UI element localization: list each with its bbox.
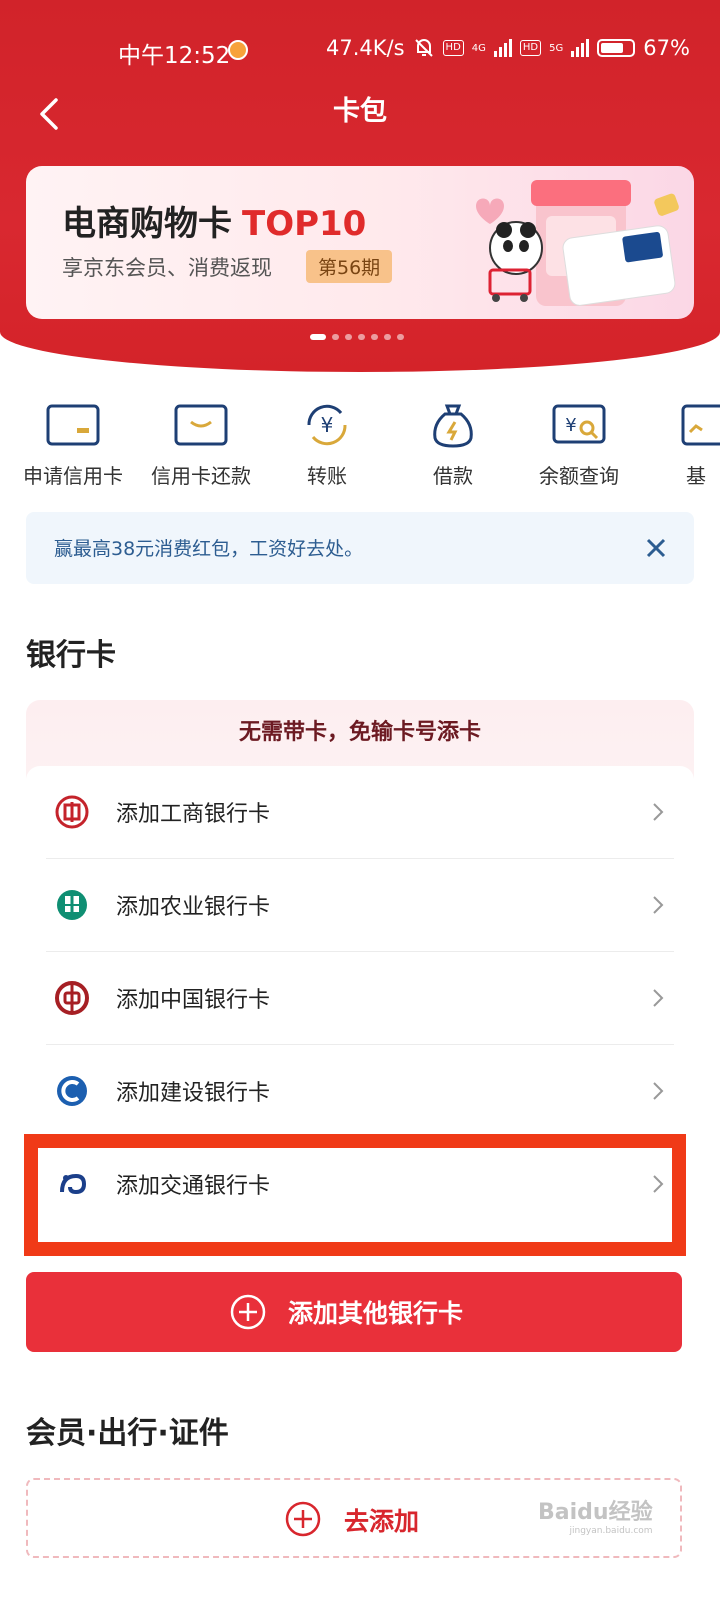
quick-action-loan[interactable]: 借款 <box>388 400 518 489</box>
signal-icon-2 <box>571 39 590 57</box>
mute-icon <box>414 39 433 57</box>
close-icon[interactable] <box>642 534 670 562</box>
pagination-dot[interactable] <box>384 334 391 340</box>
bank-row-ccb[interactable]: 添加建设银行卡 <box>26 1045 694 1138</box>
add-other-bank-button[interactable]: 添加其他银行卡 <box>26 1272 682 1352</box>
pagination-dot[interactable] <box>358 334 365 340</box>
quick-action-balance[interactable]: ¥ 余额查询 <box>514 400 644 489</box>
watermark-sub: jingyan.baidu.com <box>569 1526 653 1536</box>
network-type-2: 5G <box>549 42 564 54</box>
add-other-bank-label: 添加其他银行卡 <box>288 1299 464 1328</box>
pagination-dot-active[interactable] <box>310 334 326 340</box>
go-add-label: 去添加 <box>344 1507 420 1536</box>
banner-title: 电商购物卡 TOP10 <box>62 196 366 245</box>
panda-shopping-illustration-icon <box>476 180 679 306</box>
ccb-logo-icon <box>57 1076 87 1106</box>
banner-title-main: 电商购物卡 <box>62 204 232 244</box>
page-title: 卡包 <box>333 96 387 127</box>
watermark-text: Baidu经验 <box>538 1500 653 1525</box>
banner-title-highlight: TOP10 <box>242 204 367 244</box>
pagination-dot[interactable] <box>345 334 352 340</box>
status-bar: 中午12:52 47.4K/s HD 4G HD 5G 67% <box>0 28 720 72</box>
transfer-icon: ¥ <box>307 404 347 446</box>
notification-dot-icon <box>228 40 248 60</box>
quick-action-transfer[interactable]: ¥ 转账 <box>262 400 392 489</box>
abc-logo-icon <box>57 890 87 920</box>
banner-subtitle: 享京东会员、消费返现 <box>62 256 272 280</box>
chevron-right-icon <box>653 1082 664 1100</box>
chevron-right-icon <box>653 989 664 1007</box>
network-speed: 47.4K/s <box>326 36 405 60</box>
promo-banner[interactable]: 电商购物卡 TOP10 享京东会员、消费返现 第56期 <box>26 166 694 319</box>
quick-action-label: 转账 <box>307 464 347 488</box>
banner-issue-badge: 第56期 <box>306 250 393 283</box>
chevron-right-icon <box>653 896 664 914</box>
quick-action-label: 借款 <box>433 464 473 488</box>
hd-badge-2: HD <box>519 40 542 56</box>
notice-bar[interactable]: 赢最高38元消费红包，工资好去处。 <box>26 512 694 584</box>
status-time: 中午12:52 <box>118 43 231 69</box>
bank-row-abc[interactable]: 添加农业银行卡 <box>26 859 694 952</box>
bank-panel-header: 无需带卡，免输卡号添卡 <box>238 720 481 745</box>
quick-action-label: 信用卡还款 <box>151 464 251 488</box>
boc-logo-icon <box>55 981 89 1015</box>
quick-action-label: 余额查询 <box>539 464 619 488</box>
loan-icon <box>433 404 473 448</box>
bank-row-label: 添加建设银行卡 <box>116 1081 271 1106</box>
quick-action-fund[interactable]: 基 <box>640 400 720 489</box>
pagination-dot[interactable] <box>397 334 404 340</box>
battery-icon <box>597 39 636 57</box>
annotation-highlight-box <box>24 1134 686 1256</box>
fund-icon <box>681 404 720 446</box>
bank-section-title: 银行卡 <box>26 638 116 673</box>
signal-icon <box>493 39 512 57</box>
balance-query-icon: ¥ <box>552 404 606 444</box>
quick-action-apply-card[interactable]: 申请信用卡 <box>8 400 138 489</box>
status-indicators: 47.4K/s HD 4G HD 5G 67% <box>326 36 690 60</box>
hd-badge: HD <box>442 40 464 56</box>
network-type-1: 4G <box>471 42 486 54</box>
battery-percent: 67% <box>643 36 690 60</box>
quick-action-label: 申请信用卡 <box>23 464 123 488</box>
svg-text:¥: ¥ <box>321 413 334 437</box>
bank-row-boc[interactable]: 添加中国银行卡 <box>26 952 694 1045</box>
bank-row-label: 添加农业银行卡 <box>116 895 271 920</box>
pagination-dot[interactable] <box>371 334 378 340</box>
quick-actions-bar: 申请信用卡 信用卡还款 ¥ 转账 借款 ¥ 余额查询 基 <box>0 400 720 500</box>
card-apply-icon <box>46 404 100 446</box>
baidu-watermark: Baidu经验 jingyan.baidu.com <box>538 1494 653 1536</box>
chevron-right-icon <box>653 803 664 821</box>
svg-text:¥: ¥ <box>565 415 576 436</box>
plus-circle-icon <box>230 1294 266 1330</box>
membership-section-title: 会员·出行·证件 <box>26 1416 229 1451</box>
banner-pagination[interactable] <box>310 334 404 340</box>
icbc-logo-icon <box>55 795 89 829</box>
quick-action-label: 基 <box>686 464 706 488</box>
quick-action-repay[interactable]: 信用卡还款 <box>136 400 266 489</box>
bank-row-label: 添加中国银行卡 <box>116 988 271 1013</box>
pagination-dot[interactable] <box>332 334 339 340</box>
card-repay-icon <box>174 404 228 446</box>
plus-circle-icon <box>285 1501 321 1537</box>
bank-row-label: 添加工商银行卡 <box>116 802 271 827</box>
notice-text: 赢最高38元消费红包，工资好去处。 <box>54 538 364 560</box>
bank-row-icbc[interactable]: 添加工商银行卡 <box>26 766 694 859</box>
